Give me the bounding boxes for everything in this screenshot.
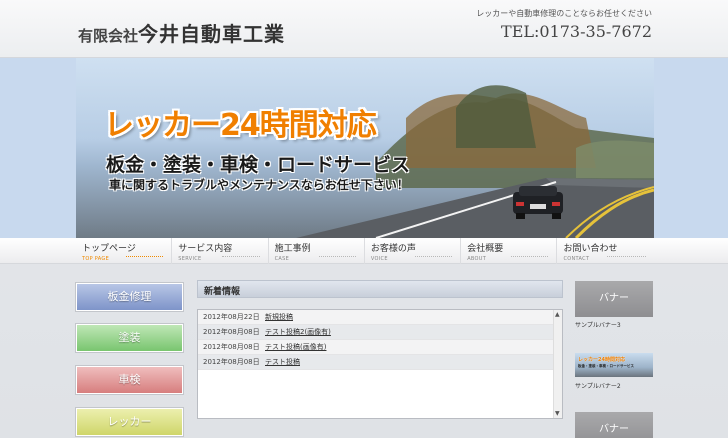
banner-placeholder-3[interactable]: バナー <box>575 412 653 438</box>
sidebar-button-tosou[interactable]: 塗装 <box>76 324 183 352</box>
nav-item-service[interactable]: サービス内容 SERVICE <box>172 238 269 264</box>
nav-dots <box>607 256 646 257</box>
news-title-link[interactable]: テスト投稿(画像有) <box>265 342 326 352</box>
nav-label: 会社概要 <box>467 244 504 254</box>
news-row: 2012年08月08日 テスト投稿2(画像有) <box>198 325 553 340</box>
sidebar-button-shaken[interactable]: 車検 <box>76 366 183 394</box>
sample-banner-2[interactable]: レッカー24時間対応 板金・塗装・車検・ロードサービス <box>575 353 653 377</box>
nav-label: トップページ <box>82 244 136 254</box>
mini-banner-title: レッカー24時間対応 <box>578 357 625 363</box>
company-name: 今井自動車工業 <box>138 22 286 46</box>
header-tagline: レッカーや自動車修理のことならお任せください <box>476 9 652 18</box>
global-nav: トップページ TOP PAGE サービス内容 SERVICE 施工事例 CASE… <box>76 238 654 264</box>
news-title-link[interactable]: テスト投稿2(画像有) <box>265 327 331 337</box>
banner-placeholder-1[interactable]: バナー <box>575 281 653 317</box>
hero-services: 板金・塗装・車検・ロードサービス <box>106 154 411 176</box>
company-prefix: 有限会社 <box>78 27 139 45</box>
nav-dots <box>126 256 164 257</box>
nav-dots <box>318 256 356 257</box>
news-title-link[interactable]: 新規投稿 <box>265 312 293 322</box>
scroll-down-icon[interactable]: ▼ <box>555 410 560 417</box>
site-header: 有限会社今井自動車工業 レッカーや自動車修理のことならお任せください TEL:0… <box>0 0 728 58</box>
news-row: 2012年08月08日 テスト投稿(画像有) <box>198 340 553 355</box>
hero-image: レッカー24時間対応 板金・塗装・車検・ロードサービス 車に関するトラブルやメン… <box>76 58 654 238</box>
banner-caption[interactable]: サンプルバナー3 <box>575 320 621 329</box>
news-date: 2012年08月08日 <box>203 343 260 351</box>
nav-item-top[interactable]: トップページ TOP PAGE <box>76 238 173 264</box>
nav-label: 施工事例 <box>274 244 311 254</box>
news-heading: 新着情報 <box>197 280 563 298</box>
news-list[interactable]: 2012年08月22日 新規投稿 2012年08月08日 テスト投稿2(画像有)… <box>197 309 563 419</box>
news-date: 2012年08月08日 <box>203 328 260 336</box>
nav-item-case[interactable]: 施工事例 CASE <box>269 238 365 264</box>
nav-label: お客様の声 <box>370 244 416 254</box>
scroll-up-icon[interactable]: ▲ <box>555 311 560 318</box>
nav-label: お問い合わせ <box>563 244 618 254</box>
nav-dots <box>511 256 549 257</box>
sidebar-button-wrecker[interactable]: レッカー <box>76 408 183 436</box>
news-row: 2012年08月08日 テスト投稿 <box>198 355 553 370</box>
nav-dots <box>222 256 260 257</box>
sidebar-button-bankin[interactable]: 板金修理 <box>76 283 183 311</box>
nav-dots <box>414 256 453 257</box>
hero-road-illustration <box>296 85 654 238</box>
banner-caption[interactable]: サンプルバナー2 <box>575 381 621 390</box>
company-logo[interactable]: 有限会社今井自動車工業 <box>78 18 285 47</box>
news-date: 2012年08月08日 <box>203 358 260 366</box>
hero-headline: レッカー24時間対応 <box>104 108 377 143</box>
nav-item-about[interactable]: 会社概要 ABOUT <box>461 238 558 264</box>
phone-number: TEL:0173-35-7672 <box>501 22 652 41</box>
news-title-link[interactable]: テスト投稿 <box>265 357 300 367</box>
nav-item-voice[interactable]: お客様の声 VOICE <box>365 238 462 264</box>
nav-item-contact[interactable]: お問い合わせ CONTACT <box>557 238 653 264</box>
nav-label: サービス内容 <box>178 244 233 254</box>
news-row: 2012年08月22日 新規投稿 <box>198 310 553 325</box>
mini-banner-sub: 板金・塗装・車検・ロードサービス <box>578 364 634 368</box>
news-scrollbar[interactable]: ▲ ▼ <box>553 310 562 418</box>
news-date: 2012年08月22日 <box>203 313 260 321</box>
hero-subline: 車に関するトラブルやメンテナンスならお任せ下さい！ <box>109 178 409 192</box>
